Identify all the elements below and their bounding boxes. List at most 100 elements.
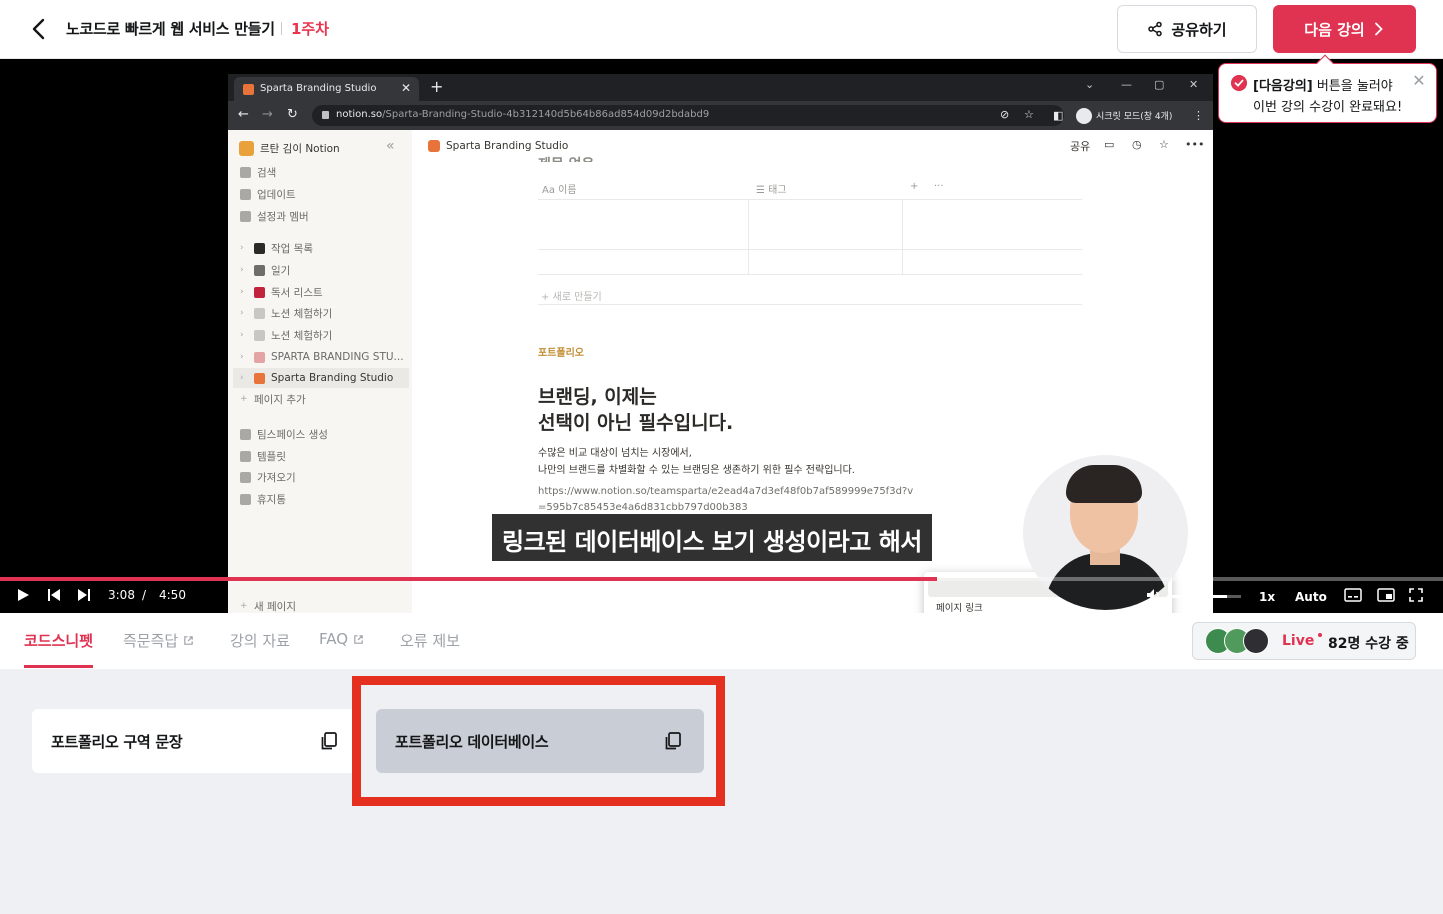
browser-tab: Sparta Branding Studio ✕ <box>234 77 419 101</box>
fullscreen-icon[interactable] <box>1409 588 1423 602</box>
notion-favicon-icon <box>254 372 265 384</box>
notion-trash: 휴지통 <box>240 489 408 509</box>
notion-page-label: SPARTA BRANDING STU... <box>271 351 404 363</box>
browser-tab-title: Sparta Branding Studio <box>260 83 377 94</box>
volume-slider[interactable] <box>1171 595 1241 598</box>
context-menu-item: 페이지 링크 <box>936 603 983 613</box>
share-label: 공유하기 <box>1171 20 1227 39</box>
portfolio-label: 포트폴리오 <box>538 348 584 359</box>
db-row <box>538 225 1082 250</box>
notion-page: › 작업 목록 <box>240 242 313 255</box>
quality-select[interactable]: Auto <box>1295 590 1327 604</box>
tab-label: 강의 자료 <box>230 632 290 650</box>
video-player[interactable]: Sparta Branding Studio ✕ + ⌄ — ▢ ✕ ← → ↻… <box>0 59 1443 613</box>
db-more-icon: ··· <box>934 181 944 192</box>
next-lecture-button[interactable]: 다음 강의 <box>1273 5 1416 53</box>
notion-page: › 노션 체험하기 <box>240 307 333 320</box>
tooltip-bold: [다음강의] <box>1253 79 1313 94</box>
pip-icon[interactable] <box>1377 588 1395 602</box>
notion-add-page-label: 페이지 추가 <box>254 393 306 406</box>
course-title: 노코드로 빠르게 웹 서비스 만들기 <box>66 20 275 38</box>
active-tab-underline <box>24 665 93 668</box>
notion-import-label: 가져오기 <box>257 471 296 484</box>
back-button[interactable] <box>26 15 54 43</box>
more-icon: ••• <box>1185 138 1205 151</box>
book-icon <box>254 286 265 298</box>
viewer-avatar <box>1243 628 1269 654</box>
tab-label: 코드스니펫 <box>24 632 94 650</box>
tab-code-snippet[interactable]: 코드스니펫 <box>24 630 93 651</box>
notion-page-label: Sparta Branding Studio <box>271 372 394 384</box>
notion-new-page: + 새 페이지 <box>240 600 296 613</box>
url-host: notion.so <box>336 109 383 120</box>
window-close-icon: ✕ <box>1189 78 1199 91</box>
tab-label: 즉문즉답 <box>123 632 179 650</box>
star-icon: ☆ <box>1024 108 1034 121</box>
maximize-icon: ▢ <box>1154 78 1165 91</box>
history-icon: ◷ <box>1132 138 1142 151</box>
favorite-icon: ☆ <box>1159 138 1169 151</box>
add-column-icon: + <box>910 181 919 192</box>
database-header: Aa 이름 ☰ 태그 + ··· <box>538 174 1082 200</box>
search-icon <box>240 166 251 178</box>
browser-addressbar: ← → ↻ notion.so/Sparta-Branding-Studio-4… <box>228 101 1213 130</box>
notion-page-label: 작업 목록 <box>271 242 313 255</box>
notion-page-label: 노션 체험하기 <box>271 329 333 342</box>
notion-breadcrumb: Sparta Branding Studio <box>428 140 568 152</box>
comment-icon: ▭ <box>1104 138 1115 151</box>
skip-back-icon[interactable] <box>47 588 61 602</box>
chevron-right-icon <box>1374 22 1383 36</box>
browser-tabstrip: Sparta Branding Studio ✕ + ⌄ — ▢ ✕ <box>228 74 1213 101</box>
check-circle-icon <box>1231 75 1247 91</box>
duration: 4:50 <box>159 588 186 602</box>
collapse-sidebar-icon: « <box>386 138 395 154</box>
top-header: 노코드로 빠르게 웹 서비스 만들기 1주차 공유하기 다음 강의 <box>0 0 1443 59</box>
notion-page: › SPARTA BRANDING STU... <box>240 351 404 363</box>
notion-add-page: + 페이지 추가 <box>240 393 306 406</box>
highlight-annotation-box <box>352 676 725 806</box>
progress-bar[interactable] <box>0 577 1443 581</box>
incognito-label: 시크릿 모드(창 4개) <box>1096 112 1173 122</box>
notion-page-label: 노션 체험하기 <box>271 307 333 320</box>
notion-share: 공유 <box>1070 140 1091 153</box>
workspace-name: 르탄 김이 Notion <box>260 143 340 155</box>
notion-page-label: 독서 리스트 <box>271 286 323 299</box>
volume-fill <box>1171 595 1227 598</box>
portfolio-heading-2: 선택이 아닌 필수입니다. <box>538 412 734 434</box>
week-label: 1주차 <box>291 20 330 38</box>
close-icon[interactable]: ✕ <box>1412 73 1426 89</box>
db-row <box>538 250 1082 275</box>
tab-label: 오류 제보 <box>400 632 460 650</box>
lock-icon <box>322 111 329 119</box>
incognito-indicator: 시크릿 모드(창 4개) <box>1076 106 1172 125</box>
skip-forward-icon[interactable] <box>77 588 91 602</box>
external-link-icon <box>184 636 193 645</box>
back-arrow-icon <box>32 18 45 40</box>
tab-bug-report[interactable]: 오류 제보 <box>400 630 460 651</box>
notion-search: 검색 <box>240 162 408 182</box>
eye-off-icon: ⊘ <box>1000 108 1010 121</box>
gear-icon <box>240 210 251 222</box>
share-button[interactable]: 공유하기 <box>1117 5 1257 53</box>
snippet-card[interactable]: 포트폴리오 구역 문장 <box>32 709 360 773</box>
tab-faq[interactable]: FAQ <box>319 630 364 648</box>
snippet-label: 포트폴리오 구역 문장 <box>51 733 183 751</box>
reload-icon: ↻ <box>287 107 298 122</box>
portfolio-text-1: 수많은 비교 대상이 넘치는 시장에서, <box>538 448 692 459</box>
tab-materials[interactable]: 강의 자료 <box>230 630 290 651</box>
minimize-icon: — <box>1121 78 1132 91</box>
copy-icon[interactable] <box>319 731 339 751</box>
browser-forward-icon: → <box>262 107 273 122</box>
volume-icon[interactable] <box>1146 588 1162 602</box>
instructor-hair <box>1066 465 1142 503</box>
pin-icon <box>254 351 265 363</box>
browser-menu-icon: ⋮ <box>1193 109 1204 122</box>
progress-fill <box>0 577 937 581</box>
workspace-icon <box>239 141 254 156</box>
playback-speed[interactable]: 1x <box>1259 590 1275 604</box>
next-lecture-tooltip: [다음강의] 버튼을 눌러야 이번 강의 수강이 완료돼요! ✕ <box>1218 63 1437 123</box>
play-icon[interactable] <box>16 588 30 602</box>
notion-import: 가져오기 <box>240 467 408 487</box>
subtitles-icon[interactable] <box>1344 588 1362 602</box>
tab-qna[interactable]: 즉문즉답 <box>123 630 194 651</box>
